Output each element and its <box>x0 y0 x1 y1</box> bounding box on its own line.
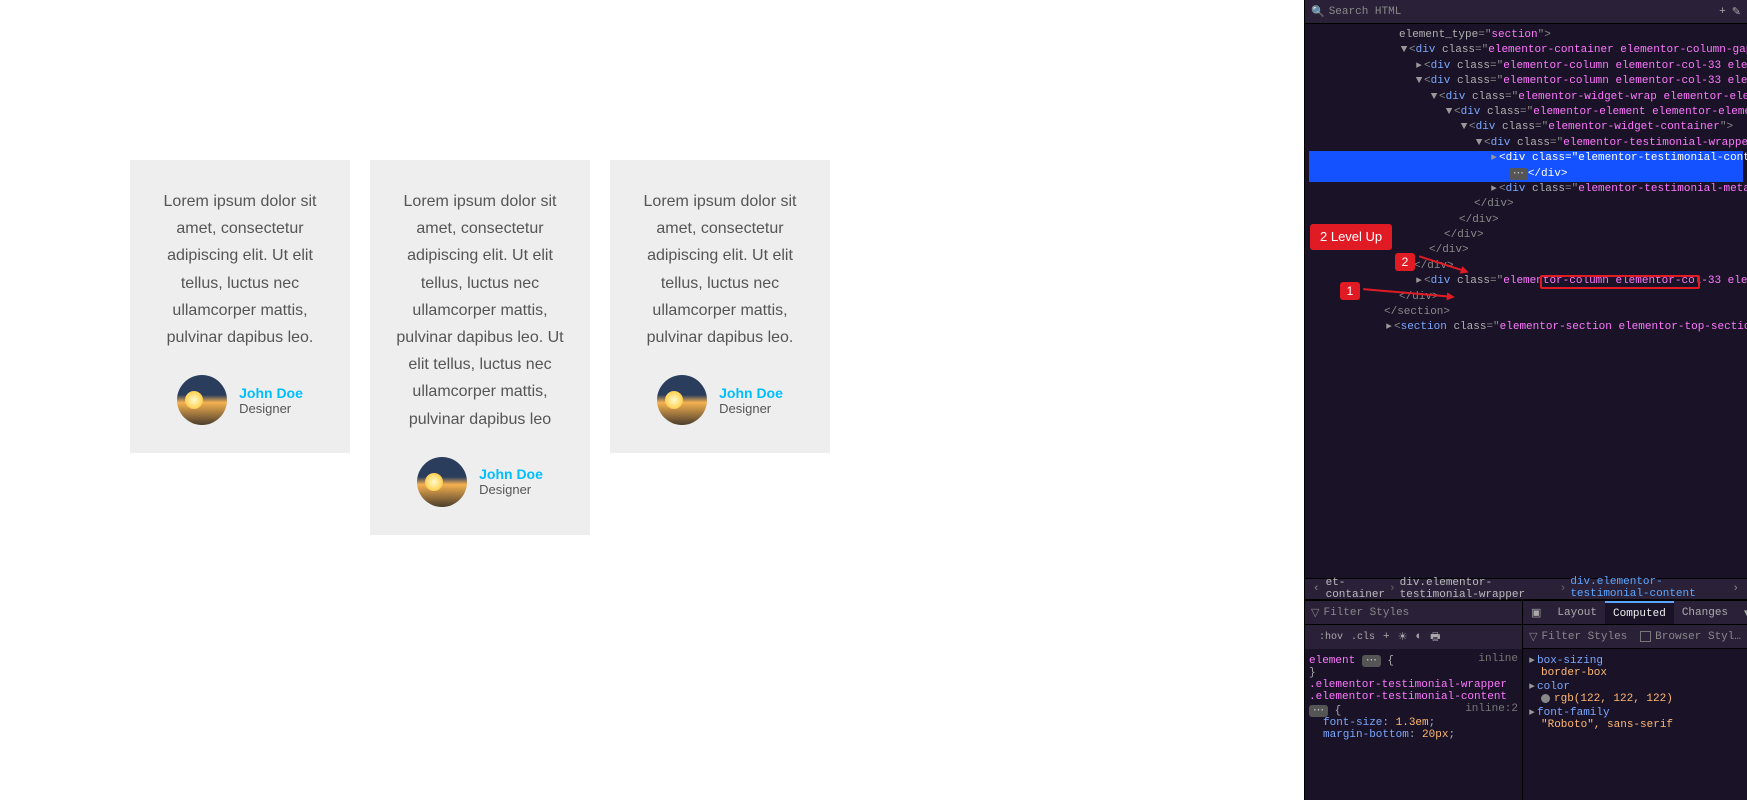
testimonial-text: Lorem ipsum dolor sit amet, consectetur … <box>392 188 568 433</box>
browser-styles-checkbox[interactable] <box>1640 631 1651 642</box>
author-name: John Doe <box>719 385 783 401</box>
styles-panel: ▽ Filter Styles :hov .cls + ☀ ◐ 🖶 elemen… <box>1305 601 1522 800</box>
avatar <box>657 375 707 425</box>
breadcrumb-prev[interactable]: ‹ <box>1309 583 1324 595</box>
tab-changes[interactable]: Changes <box>1674 601 1736 624</box>
computed-filter-bar[interactable]: ▽ Filter Styles Browser Styl… <box>1523 625 1747 649</box>
filter-bar[interactable]: ▽ Filter Styles <box>1305 601 1522 625</box>
testimonial-text: Lorem ipsum dolor sit amet, consectetur … <box>632 188 808 351</box>
tree-node[interactable]: ▼<div class="elementor-container element… <box>1309 43 1743 58</box>
tree-node[interactable]: element_type="section"> <box>1309 28 1743 43</box>
tree-node[interactable]: ▼<div class="elementor-widget-wrap eleme… <box>1309 90 1743 105</box>
tree-node-close[interactable]: </section> <box>1309 305 1743 320</box>
add-rule-button[interactable]: + <box>1383 631 1390 643</box>
filter-placeholder: Filter Styles <box>1541 631 1640 643</box>
search-icon: 🔍 <box>1311 5 1325 19</box>
breadcrumb: ‹ et-container › div.elementor-testimoni… <box>1305 578 1747 600</box>
color-swatch <box>1541 694 1550 703</box>
filter-icon: ▽ <box>1529 630 1537 644</box>
page-content: Lorem ipsum dolor sit amet, consectetur … <box>0 0 1304 800</box>
testimonial-meta: John Doe Designer <box>632 375 808 425</box>
html-search-bar[interactable]: 🔍 Search HTML + ✎ <box>1305 0 1747 24</box>
testimonial-card: Lorem ipsum dolor sit amet, consectetur … <box>130 160 350 453</box>
tree-node-close[interactable]: </div> <box>1309 290 1743 305</box>
author-role: Designer <box>719 401 783 416</box>
annotation-badge: 1 <box>1340 282 1360 300</box>
tree-node[interactable]: ▸<div class="elementor-testimonial-meta … <box>1309 182 1743 197</box>
breadcrumb-item[interactable]: et-container <box>1324 577 1387 601</box>
tree-node-selected[interactable]: ▸<div class="elementor-testimonial-conte… <box>1309 151 1743 182</box>
testimonial-card: Lorem ipsum dolor sit amet, consectetur … <box>610 160 830 453</box>
print-button[interactable]: 🖶 <box>1430 628 1440 647</box>
rules-toolbar: :hov .cls + ☀ ◐ 🖶 <box>1305 625 1522 649</box>
tree-node[interactable]: ▼<div class="elementor-column elementor-… <box>1309 74 1743 89</box>
tree-node-testimonial-wrapper[interactable]: ▼<div class="elementor-testimonial-wrapp… <box>1309 136 1743 151</box>
tree-node[interactable]: ▸<div class="elementor-column elementor-… <box>1309 59 1743 74</box>
tree-node-close[interactable]: </div> <box>1309 197 1743 212</box>
tab-overflow[interactable]: ▾ <box>1736 606 1747 620</box>
testimonial-meta: John Doe Designer <box>152 375 328 425</box>
tab-layout[interactable]: Layout <box>1549 601 1605 624</box>
breadcrumb-next[interactable]: › <box>1728 583 1743 595</box>
filter-placeholder: Filter Styles <box>1323 607 1516 619</box>
light-dark-button[interactable]: ☀ <box>1398 630 1408 644</box>
computed-list[interactable]: ▸box-sizing border-box ▸color rgb(122, 1… <box>1523 649 1747 800</box>
avatar <box>177 375 227 425</box>
contrast-button[interactable]: ◐ <box>1416 631 1423 643</box>
author-role: Designer <box>479 482 543 497</box>
author-role: Designer <box>239 401 303 416</box>
layout-icon[interactable]: ▣ <box>1523 606 1549 620</box>
styles-rules[interactable]: element ⋯ {inline } .elementor-testimoni… <box>1305 649 1522 800</box>
add-button[interactable]: + <box>1719 6 1726 18</box>
tree-node[interactable]: ▸<section class="elementor-section eleme… <box>1309 320 1743 335</box>
devtools-panel: 🔍 Search HTML + ✎ 2 Level Up 2 1 element… <box>1304 0 1747 800</box>
hov-button[interactable]: :hov <box>1319 632 1343 643</box>
eyedropper-button[interactable]: ✎ <box>1732 5 1741 19</box>
breadcrumb-item-active[interactable]: div.elementor-testimonial-content <box>1568 576 1728 602</box>
computed-panel: ▣ Layout Computed Changes ▾ ▽ Filter Sty… <box>1522 601 1747 800</box>
annotation-badge: 2 <box>1395 253 1415 271</box>
author-name: John Doe <box>239 385 303 401</box>
tab-computed[interactable]: Computed <box>1605 601 1674 624</box>
testimonial-meta: John Doe Designer <box>392 457 568 507</box>
testimonial-text: Lorem ipsum dolor sit amet, consectetur … <box>152 188 328 351</box>
computed-tabs: ▣ Layout Computed Changes ▾ <box>1523 601 1747 625</box>
avatar <box>417 457 467 507</box>
filter-icon: ▽ <box>1311 606 1319 620</box>
html-tree[interactable]: 2 Level Up 2 1 element_type="section"> ▼… <box>1305 24 1747 578</box>
breadcrumb-item[interactable]: div.elementor-testimonial-wrapper <box>1398 577 1558 601</box>
browser-styles-label: Browser Styl… <box>1655 631 1741 643</box>
cls-button[interactable]: .cls <box>1351 632 1375 643</box>
annotation-label: 2 Level Up <box>1310 224 1392 250</box>
tree-node-close[interactable]: </div> <box>1309 259 1743 274</box>
search-placeholder: Search HTML <box>1329 6 1713 18</box>
annotation-highlight-box <box>1540 275 1700 289</box>
testimonial-card: Lorem ipsum dolor sit amet, consectetur … <box>370 160 590 535</box>
tree-node[interactable]: ▼<div class="elementor-element elementor… <box>1309 105 1743 120</box>
tree-node-widget-container[interactable]: ▼<div class="elementor-widget-container"… <box>1309 120 1743 135</box>
author-name: John Doe <box>479 466 543 482</box>
